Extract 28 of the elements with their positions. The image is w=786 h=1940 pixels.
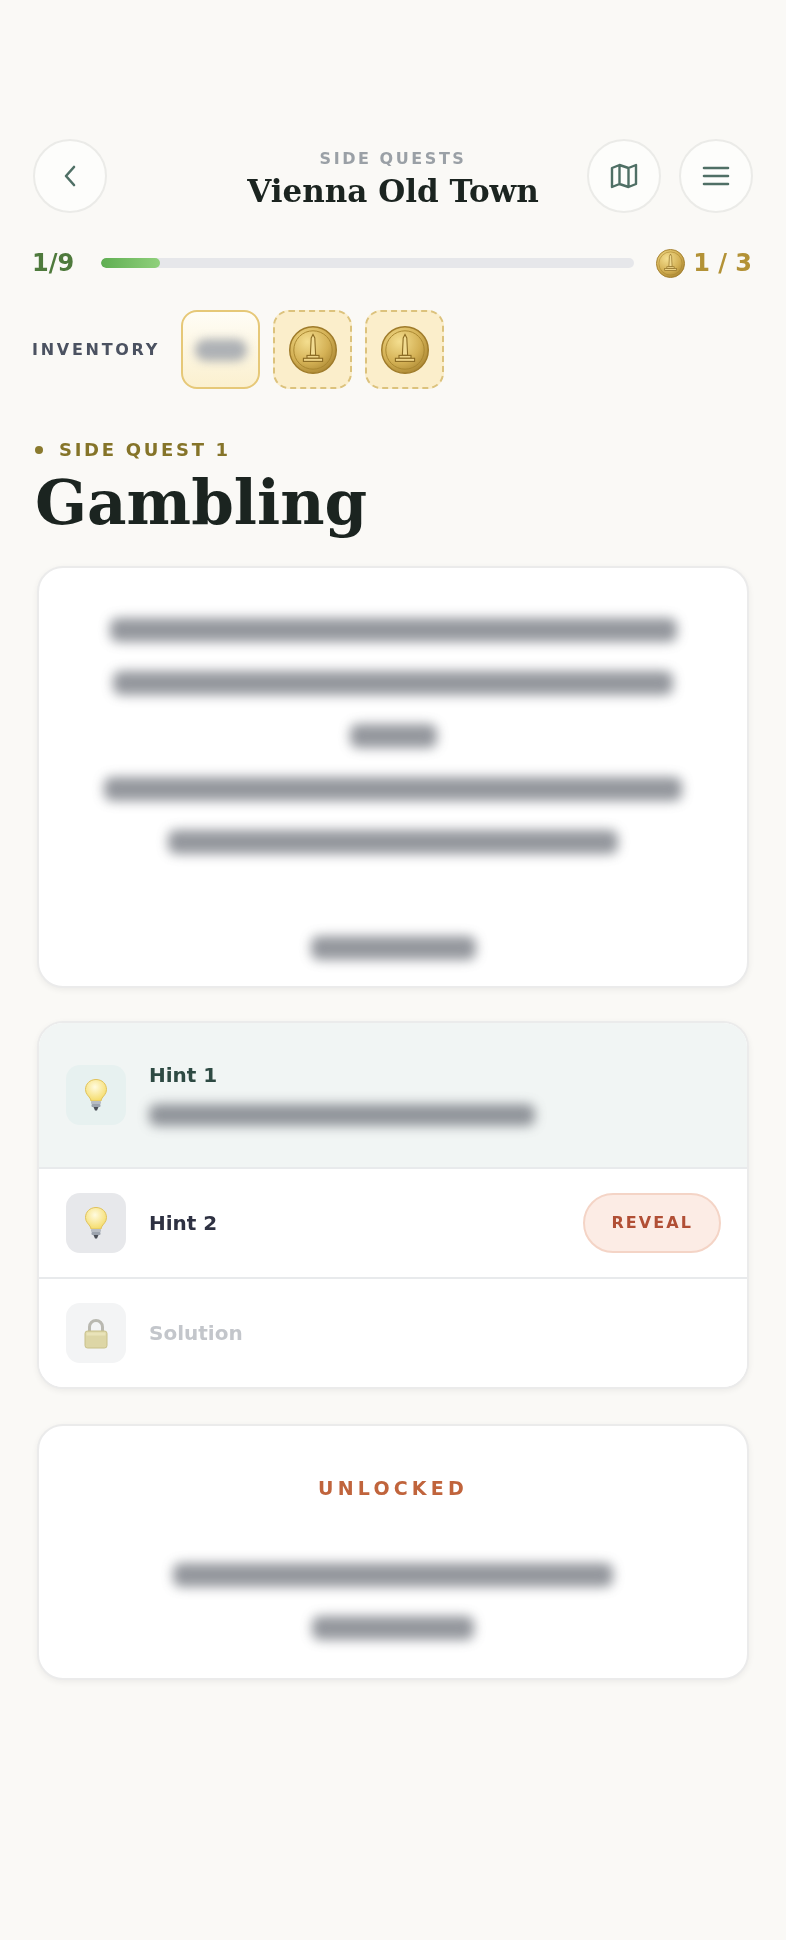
inventory-label: INVENTORY [32, 338, 161, 361]
coin-icon [656, 248, 686, 278]
reveal-button[interactable]: REVEAL [583, 1193, 721, 1253]
quest-label: SIDE QUEST 1 [59, 438, 231, 462]
quest-title: Gambling [35, 467, 368, 539]
inventory-slot[interactable] [181, 310, 261, 389]
hint-title: Hint 2 [149, 1210, 218, 1236]
progress-count: 1/9 [32, 249, 76, 277]
coin-icon [380, 325, 429, 374]
bullet-icon [35, 446, 43, 454]
hint-title: Solution [149, 1320, 243, 1346]
hint-title: Hint 1 [149, 1062, 218, 1088]
coin-icon [288, 325, 337, 374]
inventory-slot[interactable] [273, 310, 353, 389]
coin-count: 1 / 3 [693, 249, 752, 277]
inventory-slot[interactable] [365, 310, 445, 389]
page-title: Vienna Old Town [247, 172, 539, 211]
lightbulb-icon [66, 1065, 126, 1125]
hint-row[interactable]: Hint 1 [39, 1023, 747, 1167]
hint-row[interactable]: Hint 2 REVEAL [39, 1167, 747, 1277]
unlocked-label: UNLOCKED [318, 1476, 468, 1501]
section-label: SIDE QUESTS [319, 149, 467, 169]
blurred-item-drawing [194, 338, 247, 361]
chevron-left-icon [63, 165, 77, 187]
menu-icon [702, 166, 730, 186]
lightbulb-icon [66, 1193, 126, 1253]
lock-icon [66, 1303, 126, 1363]
map-icon [610, 163, 638, 189]
